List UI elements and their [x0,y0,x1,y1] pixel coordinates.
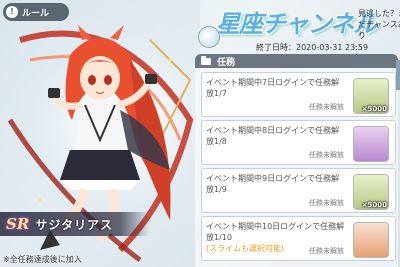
task-description: イベント期間中9日ログインで任務解放1/9 [206,174,340,194]
task-text: イベント期間中10日ログインで任務解放1/10 [206,222,345,242]
task-row[interactable]: イベント期間中9日ログインで任務解放1/9 任務未解放 ×5000 [201,168,396,213]
end-date: 終了日時：2020-03-31 23:59 [256,43,369,52]
reward-count: ×5000 [361,105,387,113]
task-status: 任務未解放 [309,199,344,207]
task-status: 任務未解放 [309,103,344,111]
task-panel-header: 任務 [195,54,398,68]
mascot-icon [198,26,220,48]
join-note: ※全任務達成後に加入 [3,255,82,264]
task-status: 任務未解放 [309,151,344,159]
folder-icon [201,55,211,65]
task-row[interactable]: イベント期間中7日ログインで任務解放1/7 任務未解放 ×5000 [201,72,396,117]
character-name: サジタリアス [35,217,114,232]
rarity-badge: SR [6,215,30,233]
info-icon: ! [6,6,18,18]
event-title-area: 星座チャンネル 見逃した？まだチャンスあり [210,2,400,40]
task-panel-title: 任務 [217,57,236,68]
task-panel: 任務 イベント期間中7日ログインで任務解放1/7 任務未解放 ×5000 イベン… [195,54,398,267]
task-highlight: (スライムも選択可能) [206,244,285,253]
character-portrait-icon[interactable] [353,222,389,258]
character-name-plate: SR サジタリアス [0,212,150,236]
rule-label: ルール [22,8,50,19]
rule-button[interactable]: ! ルール [3,3,69,21]
event-subtitle: 見逃した？まだチャンスあり [358,9,400,40]
task-description: イベント期間中8日ログインで任務解放1/8 [206,126,340,146]
crystal-icon[interactable] [353,126,389,162]
reward-count: ×5000 [361,201,387,209]
side-scroll-tab[interactable] [396,60,400,90]
task-status: 任務未解放 [309,247,344,255]
task-row[interactable]: イベント期間中8日ログインで任務解放1/8 任務未解放 [201,120,396,165]
task-description: イベント期間中7日ログインで任務解放1/7 [206,78,340,98]
event-title: 星座チャンネル [216,10,377,38]
task-row[interactable]: イベント期間中10日ログインで任務解放1/10 (スライムも選択可能) 任務未解… [201,216,396,261]
coin-icon[interactable]: ×5000 [353,78,389,114]
coin-icon[interactable]: ×5000 [353,174,389,210]
character-art-area: ! ルール SR サジタリアス ※全任務達成後に加入 [0,0,200,267]
